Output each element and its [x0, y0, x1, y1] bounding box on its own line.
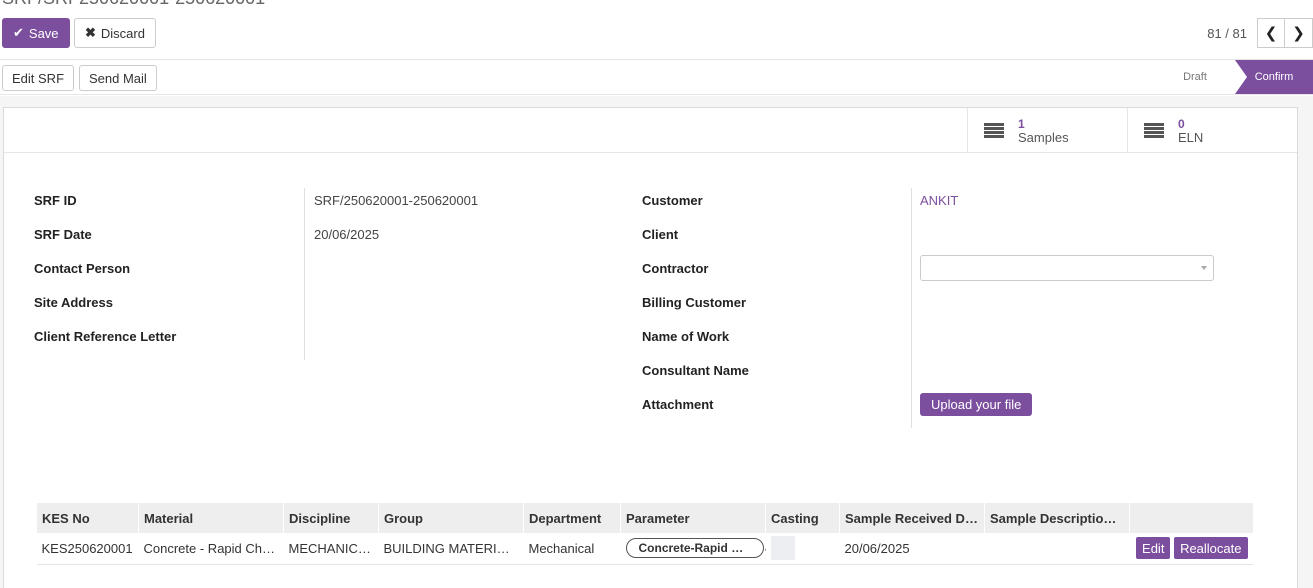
form-header: Edit SRF Send Mail Draft Confirm — [0, 59, 1313, 95]
field-site-address: Site Address — [34, 285, 529, 319]
list-icon — [1144, 122, 1164, 139]
caret-down-icon — [1201, 266, 1207, 270]
casting-value — [770, 536, 795, 561]
samples-table: KES No Material Discipline Group Departm… — [36, 503, 1253, 565]
field-customer: Customer ANKIT — [642, 183, 1262, 217]
field-attachment: Attachment Upload your file — [642, 387, 1262, 421]
column-header-group[interactable]: Group — [378, 503, 524, 533]
cell-actions: Edit Reallocate — [1129, 533, 1253, 565]
field-contractor: Contractor — [642, 251, 1262, 285]
left-field-group: SRF ID SRF/250620001-250620001 SRF Date … — [34, 183, 529, 353]
column-header-department[interactable]: Department — [523, 503, 621, 533]
contact-person-label: Contact Person — [34, 260, 131, 276]
save-button[interactable]: ✔ Save — [2, 18, 70, 48]
client-reference-letter-label: Client Reference Letter — [34, 328, 177, 344]
field-name-of-work: Name of Work — [642, 319, 1262, 353]
cell-material: Concrete - Rapid Ch… — [138, 533, 284, 565]
cell-parameter: Concrete-Rapid C… — [620, 533, 766, 565]
column-header-kes-no[interactable]: KES No — [36, 503, 139, 533]
column-header-casting[interactable]: Casting — [765, 503, 840, 533]
cell-group: BUILDING MATERI… — [378, 533, 524, 565]
field-consultant-name: Consultant Name — [642, 353, 1262, 387]
column-header-actions — [1129, 503, 1253, 533]
pager-next-button[interactable]: ❯ — [1285, 18, 1313, 48]
srf-date-label: SRF Date — [34, 226, 92, 242]
field-contact-person: Contact Person — [34, 251, 529, 285]
customer-link[interactable]: ANKIT — [920, 193, 958, 208]
pager: 81 / 81 ❮ ❯ — [1207, 18, 1313, 48]
column-header-sample-description[interactable]: Sample Descriptio… — [984, 503, 1130, 533]
cell-discipline: MECHANIC… — [283, 533, 379, 565]
field-srf-id: SRF ID SRF/250620001-250620001 — [34, 183, 529, 217]
eln-smart-button[interactable]: 0 ELN — [1127, 108, 1287, 153]
stage-draft[interactable]: Draft — [1155, 60, 1235, 94]
pager-previous-button[interactable]: ❮ — [1257, 18, 1285, 48]
cell-sample-received-date: 20/06/2025 — [839, 533, 985, 565]
field-client-reference-letter: Client Reference Letter — [34, 319, 529, 353]
control-panel: ✔ Save ✖ Discard 81 / 81 ❮ ❯ — [0, 14, 1313, 56]
chevron-right-icon: ❯ — [1292, 25, 1305, 42]
cell-department: Mechanical — [523, 533, 621, 565]
samples-label: Samples — [1018, 129, 1069, 145]
srf-id-label: SRF ID — [34, 192, 77, 208]
stage-confirm[interactable]: Confirm — [1235, 60, 1313, 94]
cell-kes-no: KES250620001 — [36, 533, 139, 565]
samples-smart-button[interactable]: 1 Samples — [967, 108, 1127, 153]
column-header-parameter[interactable]: Parameter — [620, 503, 766, 533]
cell-sample-description — [984, 533, 1130, 565]
table-header-row: KES No Material Discipline Group Departm… — [36, 503, 1253, 533]
samples-count: 1 — [1018, 116, 1025, 131]
pager-value[interactable]: 81 / 81 — [1207, 26, 1247, 41]
check-icon: ✔ — [13, 25, 24, 40]
customer-label: Customer — [642, 192, 703, 208]
list-icon — [984, 122, 1004, 139]
column-header-material[interactable]: Material — [138, 503, 284, 533]
column-header-discipline[interactable]: Discipline — [283, 503, 379, 533]
save-button-label: Save — [28, 25, 59, 41]
breadcrumb-title: SRF/SRF250620001-250620001 — [2, 0, 265, 9]
client-label: Client — [642, 226, 679, 242]
edit-srf-button[interactable]: Edit SRF — [2, 65, 75, 91]
field-billing-customer: Billing Customer — [642, 285, 1262, 319]
statusbar: Draft Confirm — [1155, 60, 1313, 94]
upload-file-button[interactable]: Upload your file — [920, 393, 1033, 416]
table-row[interactable]: KES250620001 Concrete - Rapid Ch… MECHAN… — [36, 533, 1253, 565]
attachment-label: Attachment — [642, 396, 714, 412]
column-header-sample-received-date[interactable]: Sample Received D… — [839, 503, 985, 533]
close-icon: ✖ — [85, 25, 96, 40]
contractor-label: Contractor — [642, 260, 709, 276]
field-client: Client — [642, 217, 1262, 251]
form-sheet: 1 Samples 0 ELN SRF ID SRF/250620001-250… — [3, 107, 1298, 588]
consultant-name-label: Consultant Name — [642, 362, 749, 378]
name-of-work-label: Name of Work — [642, 328, 730, 344]
field-srf-date: SRF Date 20/06/2025 — [34, 217, 529, 251]
billing-customer-label: Billing Customer — [642, 294, 747, 310]
right-field-group: Customer ANKIT Client Contractor Billing… — [642, 183, 1262, 421]
smart-button-box: 1 Samples 0 ELN — [4, 108, 1297, 153]
srf-id-value: SRF/250620001-250620001 — [314, 192, 479, 208]
row-edit-button[interactable]: Edit — [1136, 537, 1171, 560]
row-reallocate-button[interactable]: Reallocate — [1174, 537, 1248, 560]
discard-button[interactable]: ✖ Discard — [74, 18, 156, 48]
parameter-tag: Concrete-Rapid C… — [625, 538, 764, 559]
cell-casting — [765, 533, 840, 565]
eln-count: 0 — [1178, 116, 1185, 131]
send-mail-button[interactable]: Send Mail — [79, 65, 157, 91]
srf-date-value: 20/06/2025 — [314, 226, 380, 242]
contractor-select[interactable] — [920, 255, 1214, 281]
chevron-left-icon: ❮ — [1264, 25, 1278, 42]
discard-button-label: Discard — [100, 25, 145, 41]
site-address-label: Site Address — [34, 294, 113, 310]
eln-label: ELN — [1178, 129, 1204, 145]
samples-table-wrapper: KES No Material Discipline Group Departm… — [36, 503, 1253, 565]
